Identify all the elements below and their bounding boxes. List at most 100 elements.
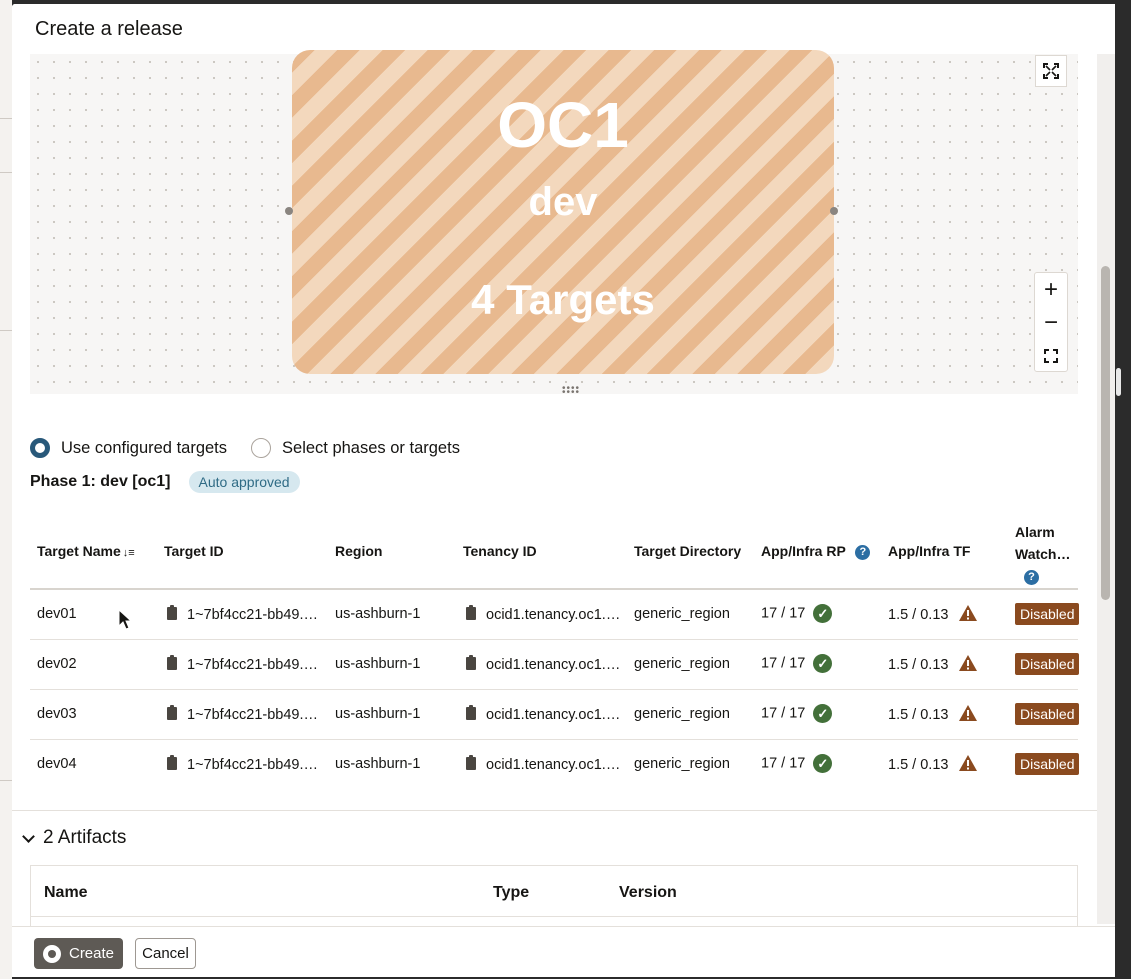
clipboard-icon[interactable]: [167, 755, 177, 770]
check-circle-icon: ✓: [813, 604, 833, 623]
disabled-badge: Disabled: [1015, 603, 1079, 625]
radio-unselected-icon[interactable]: [251, 438, 272, 458]
target-directory-cell: generic_region: [634, 656, 730, 672]
column-region[interactable]: Region: [335, 543, 382, 559]
help-icon[interactable]: ?: [855, 544, 871, 560]
clipboard-icon[interactable]: [466, 705, 476, 720]
create-icon: [42, 944, 61, 963]
app-infra-tf-cell: 1.5 / 0.13: [888, 604, 978, 626]
clipboard-icon[interactable]: [466, 655, 476, 670]
tenancy-id-cell: ocid1.tenancy.oc1.…: [466, 655, 621, 673]
column-alarm-watch-line1: Alarm: [1015, 524, 1055, 540]
table-row[interactable]: dev03 1~7bf4cc21-bb49.… us-ashburn-1 oci…: [30, 690, 1079, 740]
target-id-cell: 1~7bf4cc21-bb49.…: [167, 705, 318, 723]
rp-value: 17 / 17: [761, 655, 806, 672]
target-directory-cell: generic_region: [634, 606, 730, 622]
alarm-watch-cell: Disabled: [1015, 653, 1079, 679]
tenancy-id-cell: ocid1.tenancy.oc1.…: [466, 705, 620, 723]
warning-triangle-icon[interactable]: [958, 754, 978, 776]
column-alarm-watch[interactable]: Alarm Watch… ?: [1015, 521, 1070, 587]
column-target-directory[interactable]: Target Directory: [634, 543, 741, 559]
plus-icon[interactable]: +: [1035, 273, 1067, 306]
pipeline-canvas[interactable]: OC1 dev 4 Targets + − •••• ••••: [30, 50, 1078, 398]
alarm-watch-cell: Disabled: [1015, 603, 1079, 629]
column-version[interactable]: Version: [619, 884, 677, 902]
app-infra-rp-cell: 17 / 17 ✓: [761, 704, 833, 723]
table-row[interactable]: dev04 1~7bf4cc21-bb49.… us-ashburn-1 oci…: [30, 740, 1079, 790]
target-id-value: 1~7bf4cc21-bb49.…: [187, 757, 318, 773]
table-row[interactable]: dev02 1~7bf4cc21-bb49.… us-ashburn-1 oci…: [30, 640, 1079, 690]
phase-card-right-handle[interactable]: [830, 207, 838, 215]
section-divider: [12, 810, 1097, 811]
rp-value: 17 / 17: [761, 605, 806, 622]
dialog-title: Create a release: [35, 18, 183, 40]
select-phases-option[interactable]: Select phases or targets: [251, 438, 460, 458]
tf-value: 1.5 / 0.13: [888, 656, 949, 673]
column-app-infra-rp[interactable]: App/Infra RP ?: [761, 543, 871, 560]
cancel-button[interactable]: Cancel: [135, 938, 196, 969]
radio-selected-icon[interactable]: [30, 438, 50, 458]
phase-title: Phase 1: dev [oc1]: [30, 473, 171, 491]
auto-approved-badge: Auto approved: [188, 471, 300, 493]
phase-card-targets: 4 Targets: [471, 276, 655, 323]
fit-screen-icon[interactable]: [1035, 339, 1067, 372]
canvas-resize-handle[interactable]: •••• ••••: [561, 384, 581, 398]
phase-prefix: Phase 1:: [30, 473, 96, 490]
region-cell: us-ashburn-1: [335, 656, 421, 672]
phase-card-left-handle[interactable]: [285, 207, 293, 215]
use-configured-targets-label: Use configured targets: [61, 438, 228, 457]
target-id-cell: 1~7bf4cc21-bb49.…: [167, 655, 318, 673]
expand-icon[interactable]: [1035, 55, 1067, 87]
app-infra-rp-cell: 17 / 17 ✓: [761, 604, 833, 623]
column-target-name-label: Target Name: [37, 543, 121, 559]
table-divider: [31, 916, 1077, 917]
warning-triangle-icon[interactable]: [958, 654, 978, 676]
warning-triangle-icon[interactable]: [958, 704, 978, 726]
app-infra-tf-cell: 1.5 / 0.13: [888, 754, 978, 776]
column-app-infra-rp-label: App/Infra RP: [761, 543, 846, 559]
outer-scrollbar-thumb[interactable]: [1116, 368, 1121, 396]
clipboard-icon[interactable]: [167, 605, 177, 620]
column-alarm-watch-line2: Watch…: [1015, 546, 1071, 562]
check-circle-icon: ✓: [813, 704, 833, 723]
disabled-badge: Disabled: [1015, 703, 1079, 725]
column-tenancy-id[interactable]: Tenancy ID: [463, 543, 537, 559]
phase-card-name: dev: [528, 180, 598, 224]
tenancy-id-cell: ocid1.tenancy.oc1.…: [466, 605, 620, 623]
tenancy-id-value: ocid1.tenancy.oc1.…: [486, 657, 621, 673]
use-configured-targets-option[interactable]: Use configured targets: [30, 438, 227, 458]
rp-value: 17 / 17: [761, 755, 806, 772]
app-infra-tf-cell: 1.5 / 0.13: [888, 654, 978, 676]
warning-triangle-icon[interactable]: [958, 604, 978, 626]
app-infra-rp-cell: 17 / 17 ✓: [761, 754, 833, 773]
region-cell: us-ashburn-1: [335, 606, 421, 622]
target-id-value: 1~7bf4cc21-bb49.…: [187, 707, 318, 723]
column-target-name[interactable]: Target Name ↓≡: [37, 543, 135, 559]
tf-value: 1.5 / 0.13: [888, 706, 949, 723]
clipboard-icon[interactable]: [167, 705, 177, 720]
sort-desc-icon[interactable]: ↓≡: [123, 547, 135, 559]
column-type[interactable]: Type: [493, 884, 529, 902]
minus-icon[interactable]: −: [1035, 306, 1067, 339]
column-target-id[interactable]: Target ID: [164, 543, 224, 559]
tf-value: 1.5 / 0.13: [888, 756, 949, 773]
help-icon[interactable]: ?: [1024, 569, 1039, 585]
clipboard-icon[interactable]: [167, 655, 177, 670]
disabled-badge: Disabled: [1015, 753, 1079, 775]
table-row[interactable]: dev01 1~7bf4cc21-bb49.… us-ashburn-1 oci…: [30, 590, 1079, 640]
artifacts-toggle[interactable]: 2 Artifacts: [22, 827, 126, 849]
clipboard-icon[interactable]: [466, 755, 476, 770]
alarm-watch-cell: Disabled: [1015, 753, 1079, 779]
column-app-infra-tf[interactable]: App/Infra TF: [888, 543, 970, 559]
target-mode-radio-group: Use configured targets Select phases or …: [30, 436, 484, 460]
clipboard-icon[interactable]: [466, 605, 476, 620]
create-button[interactable]: Create: [34, 938, 123, 969]
mouse-cursor-icon: [118, 609, 132, 630]
dialog-header: Create a release: [12, 4, 1115, 54]
column-name[interactable]: Name: [44, 884, 88, 902]
scrollbar-thumb[interactable]: [1101, 266, 1110, 600]
target-id-cell: 1~7bf4cc21-bb49.…: [167, 755, 318, 773]
phase-card[interactable]: OC1 dev 4 Targets: [292, 50, 834, 374]
app-infra-rp-cell: 17 / 17 ✓: [761, 654, 833, 673]
targets-table: Target Name ↓≡ Target ID Region Tenancy I…: [30, 510, 1079, 790]
